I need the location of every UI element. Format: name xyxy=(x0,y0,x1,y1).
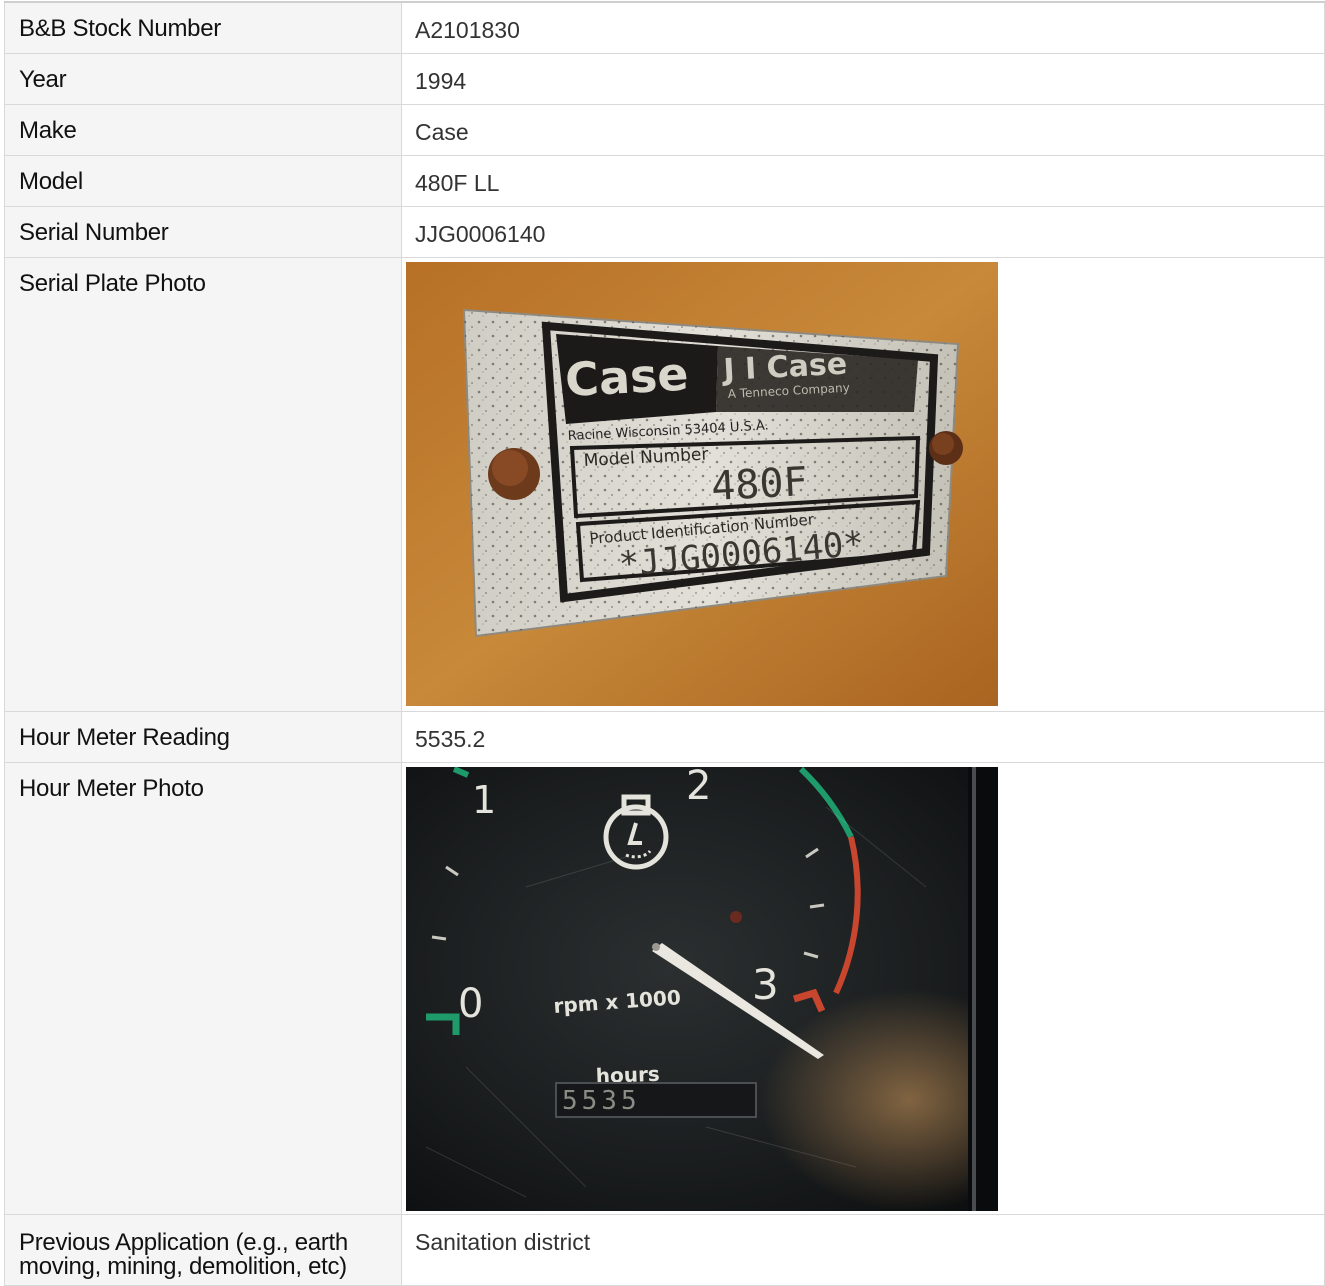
hour-meter-image: 1 2 0 3 rpm x 1000 hours 5535 xyxy=(406,767,998,1211)
label-cell: Serial Number xyxy=(4,206,402,258)
make-value: Case xyxy=(415,119,469,145)
row-previous-application: Previous Application (e.g., earth moving… xyxy=(4,1214,1325,1286)
value-cell: Case J I Case A Tenneco Company Racine W… xyxy=(401,257,1325,712)
hour-meter-photo-label: Hour Meter Photo xyxy=(19,775,204,802)
label-cell: Previous Application (e.g., earth moving… xyxy=(4,1214,402,1286)
serial-number-value: JJG0006140 xyxy=(415,221,546,247)
row-serial-plate-photo: Serial Plate Photo Case J I Case A Tenne… xyxy=(4,257,1325,712)
stock-number-value: A2101830 xyxy=(415,17,520,43)
hours-counter-value: 5535 xyxy=(562,1086,641,1116)
label-cell: Hour Meter Reading xyxy=(4,711,402,763)
model-label: Model xyxy=(19,168,83,195)
gauge-tick-3: 3 xyxy=(752,960,779,1009)
row-serial-number: Serial Number JJG0006140 xyxy=(4,206,1325,258)
gauge-tick-0: 0 xyxy=(458,981,483,1027)
serial-plate-image: Case J I Case A Tenneco Company Racine W… xyxy=(406,262,998,706)
value-cell: 5535.2 xyxy=(401,711,1325,763)
value-cell: 1994 xyxy=(401,53,1325,105)
year-label: Year xyxy=(19,66,67,93)
value-cell: Sanitation district xyxy=(401,1214,1325,1286)
hour-meter-reading-label: Hour Meter Reading xyxy=(19,724,230,751)
row-stock-number: B&B Stock Number A2101830 xyxy=(4,1,1325,54)
serial-number-label: Serial Number xyxy=(19,219,169,246)
stock-number-label: B&B Stock Number xyxy=(19,15,221,42)
value-cell: Case xyxy=(401,104,1325,156)
row-hour-meter-reading: Hour Meter Reading 5535.2 xyxy=(4,711,1325,763)
value-cell: 1 2 0 3 rpm x 1000 hours 5535 xyxy=(401,762,1325,1215)
plate-model-value: 480F xyxy=(710,459,809,510)
row-model: Model 480F LL xyxy=(4,155,1325,207)
model-value: 480F LL xyxy=(415,170,500,196)
make-label: Make xyxy=(19,117,77,144)
equipment-spec-table: B&B Stock Number A2101830 Year 1994 Make… xyxy=(4,1,1325,1286)
row-make: Make Case xyxy=(4,104,1325,156)
row-year: Year 1994 xyxy=(4,53,1325,105)
label-cell: Hour Meter Photo xyxy=(4,762,402,1215)
serial-plate-photo[interactable]: Case J I Case A Tenneco Company Racine W… xyxy=(406,262,998,706)
label-cell: Serial Plate Photo xyxy=(4,257,402,712)
label-cell: Make xyxy=(4,104,402,156)
hour-meter-photo[interactable]: 1 2 0 3 rpm x 1000 hours 5535 xyxy=(406,767,998,1211)
value-cell: JJG0006140 xyxy=(401,206,1325,258)
gauge-tick-2: 2 xyxy=(686,767,711,809)
label-cell: Year xyxy=(4,53,402,105)
year-value: 1994 xyxy=(415,68,467,94)
serial-plate-photo-label: Serial Plate Photo xyxy=(19,270,206,297)
label-cell: B&B Stock Number xyxy=(4,1,402,54)
value-cell: A2101830 xyxy=(401,1,1325,54)
row-hour-meter-photo: Hour Meter Photo 1 2 0 3 rpm x 1000 hour… xyxy=(4,762,1325,1215)
previous-application-label: Previous Application (e.g., earth moving… xyxy=(19,1229,348,1280)
hour-meter-reading-value: 5535.2 xyxy=(415,726,486,752)
plate-brand-text: Case xyxy=(564,347,690,407)
previous-application-value: Sanitation district xyxy=(415,1229,591,1255)
label-cell: Model xyxy=(4,155,402,207)
value-cell: 480F LL xyxy=(401,155,1325,207)
gauge-tick-1: 1 xyxy=(472,778,496,822)
